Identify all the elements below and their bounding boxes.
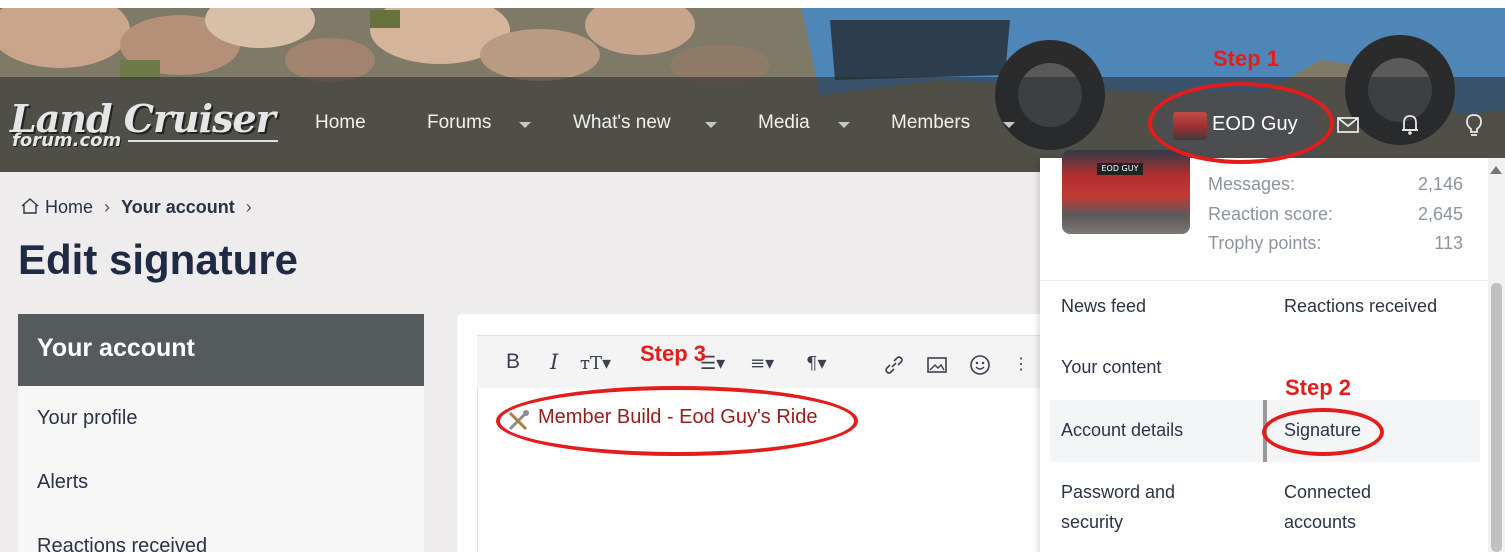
nav-whats-new[interactable]: What's new xyxy=(573,112,671,134)
bell-icon[interactable] xyxy=(1396,110,1426,140)
chevron-down-icon[interactable] xyxy=(1003,122,1015,128)
breadcrumb-separator: › xyxy=(245,197,252,217)
breadcrumb-your-account[interactable]: Your account xyxy=(121,197,235,217)
more-options-icon[interactable]: ⋮ xyxy=(1013,354,1029,373)
dropdown-link-connected-accounts[interactable]: Connected accounts xyxy=(1284,477,1424,537)
sidebar-heading: Your account xyxy=(18,314,424,386)
step-3-highlight xyxy=(496,386,858,456)
align-icon[interactable]: ≡▾ xyxy=(750,353,774,374)
breadcrumb-home[interactable]: Home xyxy=(45,197,93,217)
step-1-highlight xyxy=(1148,82,1334,164)
stat-label-trophy-points: Trophy points: xyxy=(1208,233,1322,253)
step-3-label: Step 3 xyxy=(640,341,707,366)
license-plate: EOD GUY xyxy=(1097,163,1143,175)
text-size-icon[interactable]: тT▾ xyxy=(580,353,611,374)
nav-forums[interactable]: Forums xyxy=(427,112,491,134)
step-1-label: Step 1 xyxy=(1213,46,1280,71)
mail-icon[interactable] xyxy=(1334,110,1364,140)
dropdown-link-password-security[interactable]: Password and security xyxy=(1061,477,1221,537)
image-icon[interactable] xyxy=(925,353,949,377)
stat-value-trophy-points: 113 xyxy=(1434,233,1463,253)
stat-value-reaction-score: 2,645 xyxy=(1417,204,1463,224)
stat-label-reaction-score: Reaction score: xyxy=(1208,204,1334,224)
step-2-label: Step 2 xyxy=(1285,375,1352,400)
link-icon[interactable] xyxy=(882,353,906,377)
breadcrumb: Home › Your account › xyxy=(20,197,258,218)
logo-underline xyxy=(128,140,278,142)
nav-members[interactable]: Members xyxy=(891,112,970,134)
lightbulb-icon[interactable] xyxy=(1460,110,1490,140)
chevron-down-icon[interactable] xyxy=(838,122,850,128)
dropdown-link-account-details[interactable]: Account details xyxy=(1061,415,1183,445)
smilie-icon[interactable] xyxy=(968,353,992,377)
bold-icon[interactable]: B xyxy=(506,350,520,374)
home-icon[interactable] xyxy=(20,197,40,215)
page-title: Edit signature xyxy=(18,236,299,283)
nav-media[interactable]: Media xyxy=(758,112,810,134)
sidebar-item-reactions-received[interactable]: Reactions received xyxy=(37,535,207,552)
stat-value-messages: 2,146 xyxy=(1417,174,1463,194)
dropdown-link-reactions-received[interactable]: Reactions received xyxy=(1284,291,1437,321)
nav-home[interactable]: Home xyxy=(315,112,366,134)
scroll-up-icon[interactable] xyxy=(1490,166,1502,174)
dropdown-link-news-feed[interactable]: News feed xyxy=(1061,291,1146,321)
site-logo[interactable]: Land Cruiser forum.com xyxy=(10,96,278,156)
logo-subtitle: forum.com xyxy=(12,130,122,151)
paragraph-icon[interactable]: ¶▾ xyxy=(806,353,827,374)
step-2-highlight xyxy=(1262,408,1384,456)
italic-icon[interactable]: I xyxy=(550,350,558,374)
sidebar-item-your-profile[interactable]: Your profile xyxy=(37,407,137,430)
chevron-down-icon[interactable] xyxy=(519,122,531,128)
dropdown-link-your-content[interactable]: Your content xyxy=(1061,352,1161,382)
breadcrumb-separator: › xyxy=(104,197,111,217)
scrollbar-thumb[interactable] xyxy=(1491,283,1502,552)
sidebar-item-alerts[interactable]: Alerts xyxy=(37,471,88,494)
divider xyxy=(1040,280,1490,281)
chevron-down-icon[interactable] xyxy=(705,122,717,128)
account-sidebar: Your account Your profile Alerts Reactio… xyxy=(18,314,424,552)
stat-label-messages: Messages: xyxy=(1208,174,1296,194)
sidebar-heading-label: Your account xyxy=(37,334,195,362)
